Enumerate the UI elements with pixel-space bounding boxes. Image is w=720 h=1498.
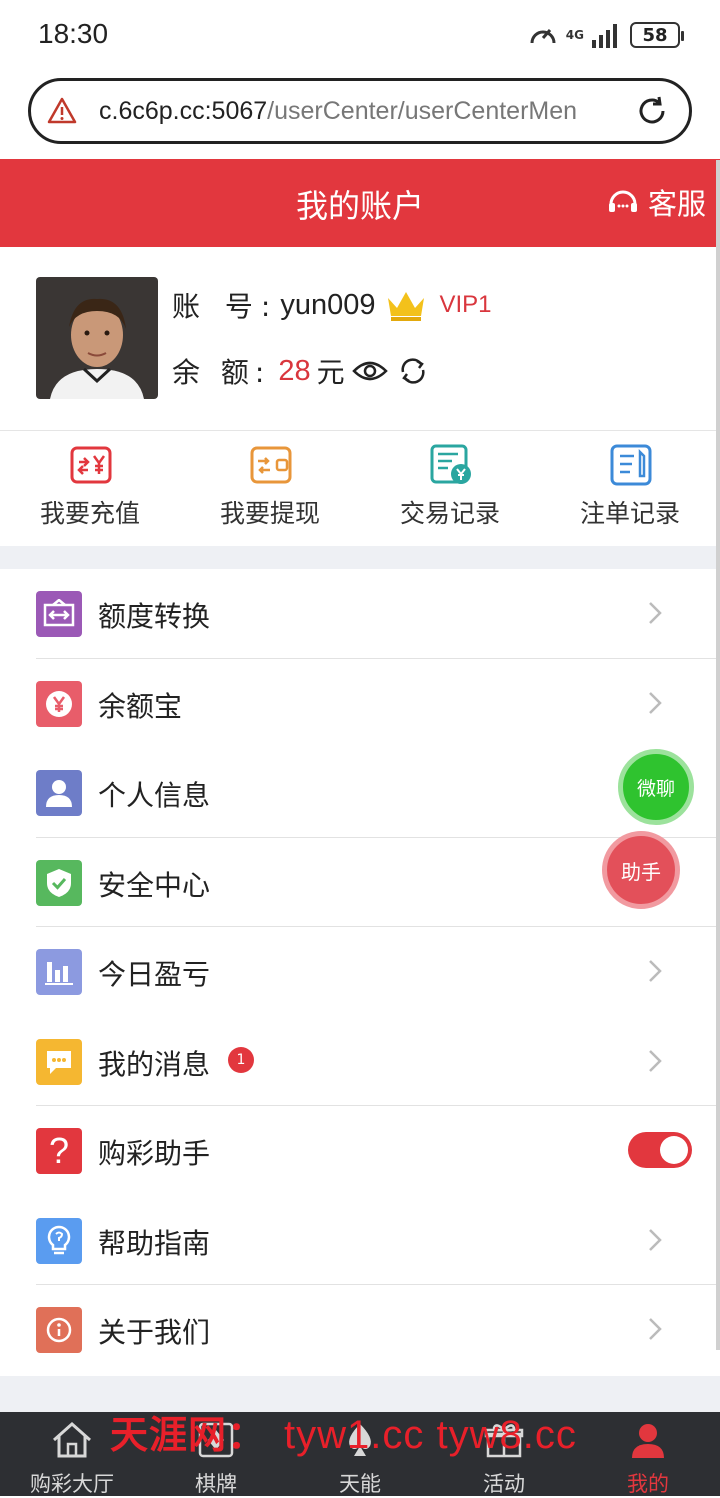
quick-withdraw[interactable]: 我要提现 xyxy=(180,432,360,546)
balance-unit: 元 xyxy=(316,356,345,389)
shield-icon xyxy=(36,859,82,906)
menu-item-yuebao[interactable]: 余额宝 xyxy=(0,659,720,749)
question-icon: ? xyxy=(36,1128,82,1174)
chevron-right-icon xyxy=(649,1228,662,1251)
battery-icon: 58 xyxy=(630,22,684,48)
unread-badge: 1 xyxy=(228,1046,254,1073)
recharge-yen-icon xyxy=(70,446,112,484)
vip-badge: VIP1 xyxy=(439,291,492,318)
chevron-right-icon xyxy=(649,1049,662,1072)
menu-list: 额度转换 余额宝 个人信息 安全中心 今日盈亏 我的消息 1 ? 购彩助手 帮助… xyxy=(0,569,720,1375)
menu-label: 额度转换 xyxy=(98,600,211,633)
lightbulb-help-icon xyxy=(36,1217,82,1264)
eye-icon[interactable] xyxy=(351,358,389,384)
tab-label: 棋牌 xyxy=(195,1472,237,1496)
account-name: yun009 xyxy=(280,288,376,321)
menu-label: 关于我们 xyxy=(98,1316,211,1349)
yen-coin-icon xyxy=(36,680,82,727)
bar-chart-icon xyxy=(36,949,82,995)
status-icons: 4G 58 xyxy=(528,18,684,52)
helper-button[interactable]: 助手 xyxy=(602,831,680,909)
menu-item-daily-pnl[interactable]: 今日盈亏 xyxy=(0,927,720,1017)
bet-record-icon xyxy=(610,444,652,486)
status-time: 18:30 xyxy=(38,18,109,49)
customer-service-button[interactable]: 客服 xyxy=(606,181,706,223)
headset-icon xyxy=(608,190,637,212)
quick-recharge[interactable]: 我要充值 xyxy=(0,432,180,546)
menu-item-betting-assistant: ? 购彩助手 xyxy=(0,1106,720,1196)
menu-label: 我的消息 xyxy=(98,1047,211,1081)
crown-icon xyxy=(387,292,424,321)
account-row: 账 号: yun009 VIP1 xyxy=(172,285,492,325)
transaction-record-icon xyxy=(430,444,471,484)
tab-label: 活动 xyxy=(483,1472,525,1496)
speed-gauge-icon xyxy=(530,29,556,44)
browser-url-bar[interactable]: c.6c6p.cc:5067 /userCenter/userCenterMen xyxy=(28,78,692,144)
chevron-right-icon xyxy=(649,960,662,982)
withdraw-wallet-icon xyxy=(250,446,292,484)
quick-actions: 我要充值 我要提现 交易记录 注单记录 xyxy=(0,432,720,546)
menu-item-help-guide[interactable]: 帮助指南 xyxy=(0,1196,720,1285)
url-path: /userCenter/userCenterMen xyxy=(267,96,578,125)
balance-row: 余 额: 28 元 xyxy=(172,351,429,391)
quick-withdraw-label: 我要提现 xyxy=(219,499,320,528)
menu-label: 帮助指南 xyxy=(98,1226,211,1260)
signal-icon xyxy=(592,24,617,48)
home-icon xyxy=(53,1421,91,1458)
account-label: 账 号: xyxy=(172,290,279,323)
menu-item-profile[interactable]: 个人信息 xyxy=(0,748,720,838)
tab-label: 天能 xyxy=(339,1472,381,1496)
avatar[interactable] xyxy=(36,277,158,399)
page-header: 我的账户 客服 xyxy=(0,159,720,247)
quick-bets-label: 注单记录 xyxy=(579,499,680,528)
tab-label: 我的 xyxy=(627,1472,669,1496)
status-bar: 18:30 4G 58 xyxy=(0,0,720,70)
section-divider xyxy=(0,546,720,569)
chevron-right-icon xyxy=(649,1318,662,1340)
user-icon xyxy=(632,1424,664,1458)
tab-mine[interactable]: 我的 xyxy=(576,1412,720,1496)
watermark: 天涯网： tyw1.cc tyw8.cc xyxy=(110,1404,577,1459)
assistant-toggle[interactable] xyxy=(628,1132,692,1168)
quick-bets[interactable]: 注单记录 xyxy=(540,432,720,546)
customer-service-label: 客服 xyxy=(647,187,706,221)
balance-label: 余 额: xyxy=(172,356,271,389)
user-icon xyxy=(36,770,82,816)
menu-item-about[interactable]: 关于我们 xyxy=(0,1285,720,1375)
menu-label: 购彩助手 xyxy=(98,1137,211,1170)
battery-level: 58 xyxy=(642,24,668,46)
chevron-right-icon xyxy=(649,602,662,624)
menu-label: 余额宝 xyxy=(98,689,183,723)
scrollbar[interactable] xyxy=(716,160,720,1350)
watermark-urls: tyw1.cc tyw8.cc xyxy=(284,1413,577,1457)
quick-transactions-label: 交易记录 xyxy=(399,499,500,528)
url-host: c.6c6p.cc:5067 xyxy=(99,96,268,125)
message-icon xyxy=(36,1038,82,1085)
balance-value: 28 xyxy=(278,354,311,387)
menu-item-transfer[interactable]: 额度转换 xyxy=(0,569,720,659)
watermark-text: 天涯网： xyxy=(110,1412,267,1457)
menu-label: 今日盈亏 xyxy=(98,958,211,991)
quick-recharge-label: 我要充值 xyxy=(39,499,140,528)
wechat-chat-button[interactable]: 微聊 xyxy=(618,749,694,825)
profile-card: 账 号: yun009 VIP1 余 额: 28 元 xyxy=(0,247,720,431)
quick-transactions[interactable]: 交易记录 xyxy=(360,432,540,546)
transfer-icon xyxy=(36,591,82,637)
tab-label: 购彩大厅 xyxy=(30,1472,114,1496)
warning-icon xyxy=(47,97,77,124)
menu-label: 个人信息 xyxy=(98,779,211,812)
reload-icon[interactable] xyxy=(635,94,669,128)
info-icon xyxy=(36,1307,82,1353)
network-label: 4G xyxy=(565,28,584,42)
menu-label: 安全中心 xyxy=(98,868,211,902)
menu-item-messages[interactable]: 我的消息 1 xyxy=(0,1017,720,1106)
chevron-right-icon xyxy=(649,691,662,714)
refresh-icon[interactable] xyxy=(397,356,429,386)
